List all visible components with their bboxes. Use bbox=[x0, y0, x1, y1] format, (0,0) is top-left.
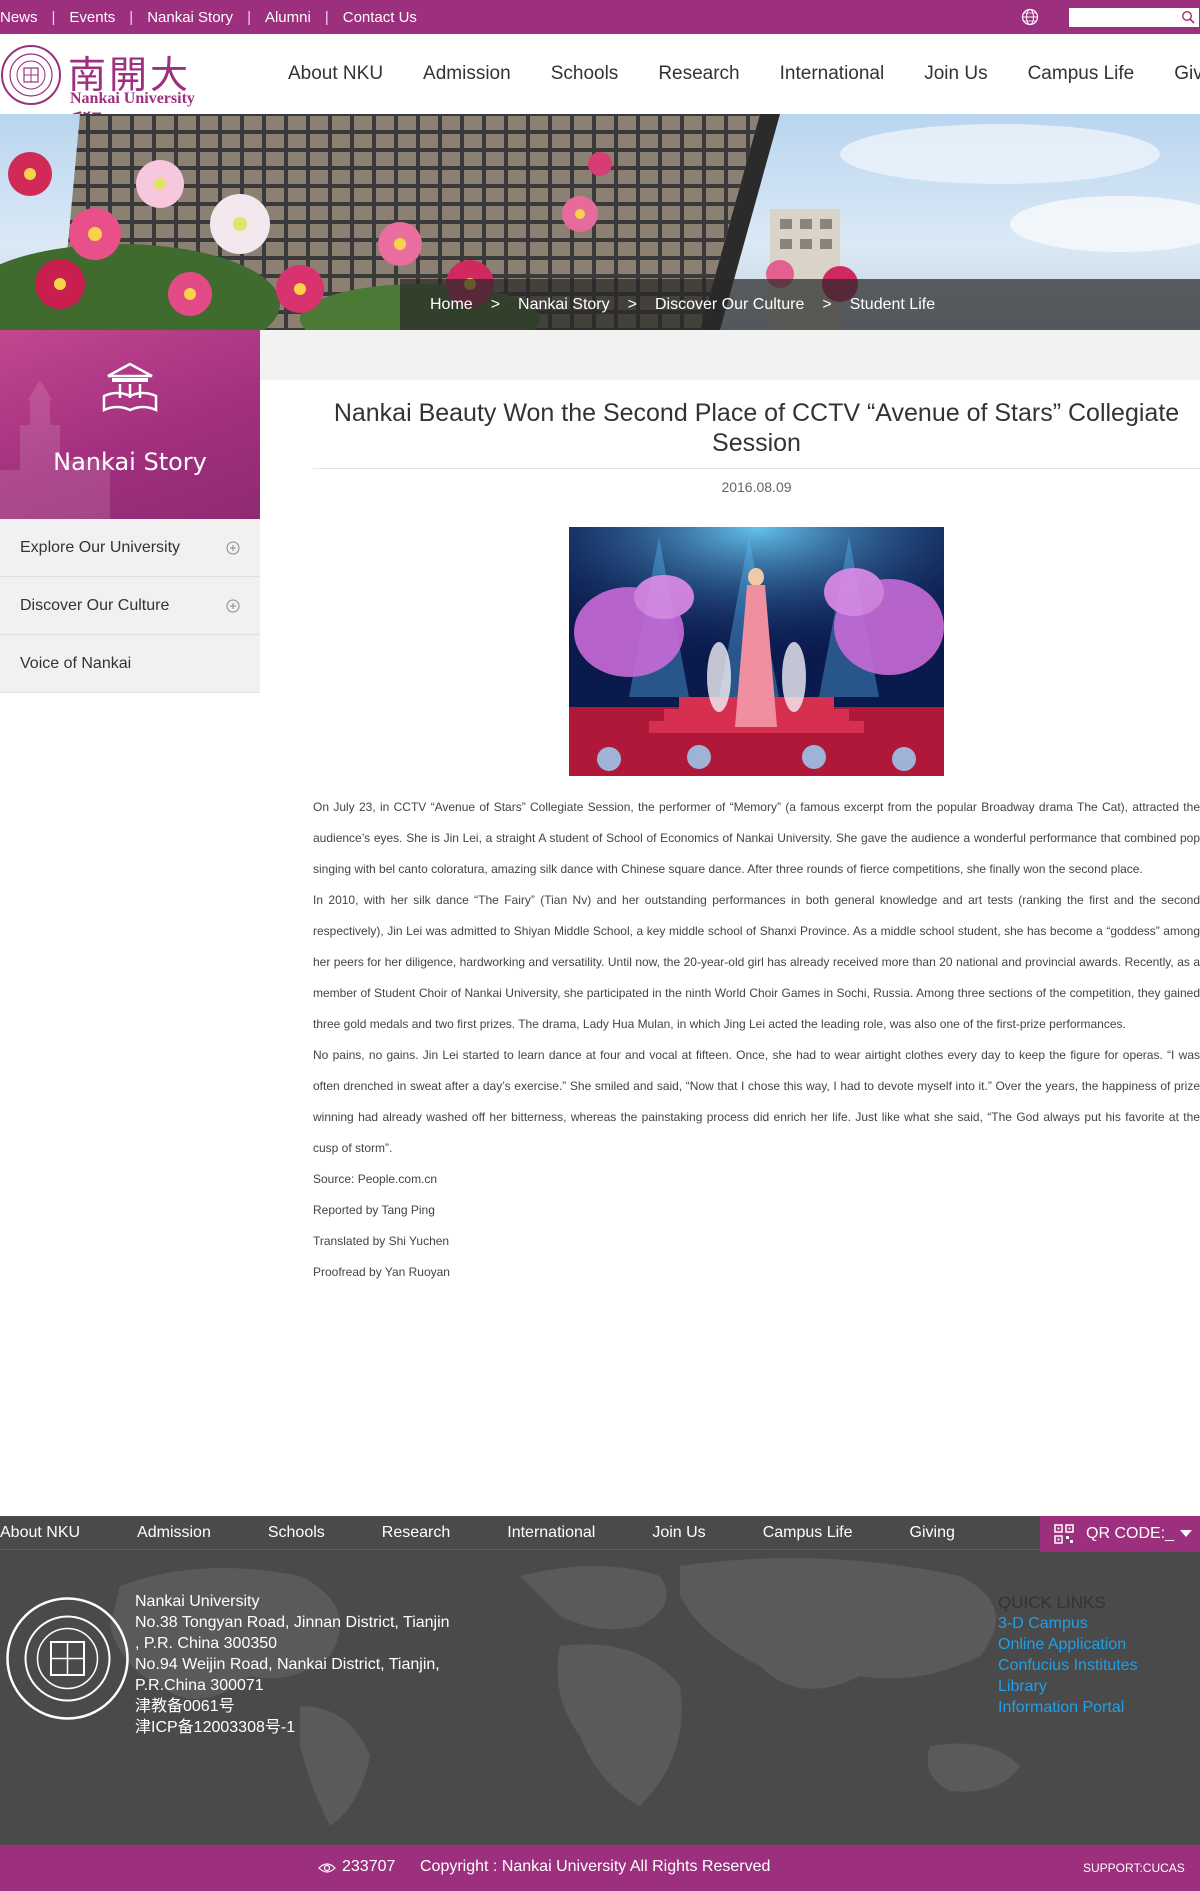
search-box bbox=[1069, 8, 1199, 27]
sidebar-menu: Explore Our University Discover Our Cult… bbox=[0, 519, 260, 693]
visit-count: 233707 bbox=[342, 1858, 396, 1875]
utility-link-alumni[interactable]: Alumni bbox=[265, 9, 311, 26]
site-footer: About NKU Admission Schools Research Int… bbox=[0, 1516, 1200, 1845]
footer-nav-join-us[interactable]: Join Us bbox=[652, 1524, 705, 1542]
nav-schools[interactable]: Schools bbox=[551, 63, 619, 85]
utility-separator: | bbox=[129, 8, 134, 26]
footer-address: Nankai University No.38 Tongyan Road, Ji… bbox=[135, 1591, 450, 1738]
breadcrumb-home[interactable]: Home bbox=[430, 296, 473, 314]
breadcrumb-separator: > bbox=[490, 295, 501, 313]
quick-link-online-application[interactable]: Online Application bbox=[998, 1634, 1138, 1655]
nav-giving[interactable]: Giving bbox=[1174, 63, 1200, 85]
globe-icon[interactable] bbox=[1021, 8, 1039, 26]
footer-nav-about-nku[interactable]: About NKU bbox=[0, 1524, 80, 1542]
footer-nav-international[interactable]: International bbox=[507, 1524, 595, 1542]
article-photo bbox=[569, 527, 944, 776]
sidebar-title: Nankai Story bbox=[53, 448, 207, 476]
content-top-strip bbox=[260, 330, 1200, 380]
qr-code-label: QR CODE:_ bbox=[1086, 1525, 1175, 1542]
utility-separator: | bbox=[51, 8, 56, 26]
quick-link-confucius-institutes[interactable]: Confucius Institutes bbox=[998, 1655, 1138, 1676]
breadcrumb-discover-our-culture[interactable]: Discover Our Culture bbox=[655, 296, 804, 314]
footer-nav-research[interactable]: Research bbox=[382, 1524, 450, 1542]
article-paragraph: In 2010, with her silk dance “The Fairy”… bbox=[313, 893, 1200, 1031]
footer-nav-giving[interactable]: Giving bbox=[910, 1524, 955, 1542]
article-translator: Translated by Shi Yuchen bbox=[313, 1234, 450, 1248]
address-line: , P.R. China 300350 bbox=[135, 1635, 278, 1652]
qr-code-dropdown[interactable]: QR CODE:_ bbox=[1040, 1516, 1200, 1552]
main-nav: About NKU Admission Schools Research Int… bbox=[288, 34, 1200, 114]
breadcrumb-separator: > bbox=[627, 295, 637, 313]
sidebar-item-voice-of-nankai[interactable]: Voice of Nankai bbox=[0, 635, 260, 693]
quick-links-title: QUICK LINKS bbox=[998, 1593, 1106, 1612]
sidebar-item-label: Voice of Nankai bbox=[20, 654, 132, 672]
sidebar-header: Nankai Story bbox=[0, 330, 260, 519]
nav-about-nku[interactable]: About NKU bbox=[288, 63, 383, 85]
book-icon bbox=[102, 362, 158, 412]
utility-links: News | Events | Nankai Story | Alumni | … bbox=[0, 0, 417, 34]
article-date: 2016.08.09 bbox=[313, 468, 1200, 495]
footer-nav-links: About NKU Admission Schools Research Int… bbox=[0, 1516, 955, 1550]
article-proofreader: Proofread by Yan Ruoyan bbox=[313, 1265, 450, 1279]
copyright-text: Copyright : Nankai University All Rights… bbox=[420, 1858, 771, 1875]
nav-international[interactable]: International bbox=[780, 63, 885, 85]
article-header: Nankai Beauty Won the Second Place of CC… bbox=[313, 398, 1200, 495]
article-reporter: Reported by Tang Ping bbox=[313, 1203, 435, 1217]
breadcrumb-separator: > bbox=[822, 295, 832, 313]
utility-separator: | bbox=[247, 8, 251, 26]
sidebar-item-explore-our-university[interactable]: Explore Our University bbox=[0, 519, 260, 577]
quick-links: QUICK LINKS 3-D Campus Online Applicatio… bbox=[998, 1592, 1138, 1718]
icp-line: 津ICP备12003308号-1 bbox=[135, 1719, 296, 1736]
site-header: 南開大學 Nankai University About NKU Admissi… bbox=[0, 34, 1200, 152]
copyright-bar: 233707 Copyright : Nankai University All… bbox=[0, 1845, 1200, 1891]
nav-campus-life[interactable]: Campus Life bbox=[1028, 63, 1135, 85]
article-body: On July 23, in CCTV “Avenue of Stars” Co… bbox=[313, 792, 1200, 1288]
quick-link-information-portal[interactable]: Information Portal bbox=[998, 1697, 1138, 1718]
stage-performance-image bbox=[569, 527, 944, 776]
nav-admission[interactable]: Admission bbox=[423, 63, 511, 85]
utility-link-news[interactable]: News bbox=[0, 9, 38, 26]
utility-link-nankai-story[interactable]: Nankai Story bbox=[147, 9, 233, 26]
quick-link-library[interactable]: Library bbox=[998, 1676, 1138, 1697]
article-title: Nankai Beauty Won the Second Place of CC… bbox=[333, 399, 1180, 457]
eye-icon bbox=[318, 1863, 336, 1873]
article-source: Source: People.com.cn bbox=[313, 1172, 438, 1186]
footer-nav: About NKU Admission Schools Research Int… bbox=[0, 1516, 1200, 1550]
nav-join-us[interactable]: Join Us bbox=[924, 63, 987, 85]
footer-seal-icon bbox=[6, 1597, 129, 1720]
article-paragraph: On July 23, in CCTV “Avenue of Stars” Co… bbox=[313, 800, 1200, 876]
support-link[interactable]: SUPPORT:CUCAS bbox=[1083, 1861, 1185, 1875]
icp-line: 津教备0061号 bbox=[135, 1698, 235, 1715]
utility-separator: | bbox=[324, 8, 329, 26]
footer-nav-admission[interactable]: Admission bbox=[137, 1524, 211, 1542]
sidebar-item-label: Explore Our University bbox=[20, 538, 181, 556]
address-line: No.38 Tongyan Road, Jinnan District, Tia… bbox=[135, 1614, 450, 1631]
sidebar-item-discover-our-culture[interactable]: Discover Our Culture bbox=[0, 577, 260, 635]
expand-plus-icon[interactable] bbox=[226, 541, 240, 555]
address-line: P.R.China 300071 bbox=[135, 1677, 264, 1694]
sidebar-item-label: Discover Our Culture bbox=[20, 596, 170, 614]
breadcrumb: Home > Nankai Story > Discover Our Cultu… bbox=[400, 279, 1200, 330]
address-line: No.94 Weijin Road, Nankai District, Tian… bbox=[135, 1656, 440, 1673]
qr-code-icon bbox=[1054, 1524, 1074, 1544]
search-input[interactable] bbox=[1069, 8, 1199, 27]
footer-nav-campus-life[interactable]: Campus Life bbox=[763, 1524, 853, 1542]
breadcrumb-nankai-story[interactable]: Nankai Story bbox=[518, 296, 610, 314]
logo-english-name: Nankai University bbox=[70, 90, 195, 107]
site-logo[interactable]: 南開大學 Nankai University bbox=[0, 44, 210, 152]
top-utility-bar: News | Events | Nankai Story | Alumni | … bbox=[0, 0, 1200, 34]
utility-link-contact-us[interactable]: Contact Us bbox=[343, 9, 417, 26]
search-icon[interactable] bbox=[1181, 10, 1195, 24]
footer-nav-schools[interactable]: Schools bbox=[268, 1524, 325, 1542]
university-seal-icon bbox=[1, 45, 61, 105]
article-paragraph: No pains, no gains. Jin Lei started to l… bbox=[313, 1048, 1200, 1155]
address-line: Nankai University bbox=[135, 1593, 260, 1610]
nav-research[interactable]: Research bbox=[658, 63, 739, 85]
breadcrumb-student-life[interactable]: Student Life bbox=[850, 296, 935, 314]
chevron-down-icon bbox=[1180, 1530, 1192, 1537]
utility-link-events[interactable]: Events bbox=[69, 9, 115, 26]
quick-link-3d-campus[interactable]: 3-D Campus bbox=[998, 1613, 1138, 1634]
expand-plus-icon[interactable] bbox=[226, 599, 240, 613]
